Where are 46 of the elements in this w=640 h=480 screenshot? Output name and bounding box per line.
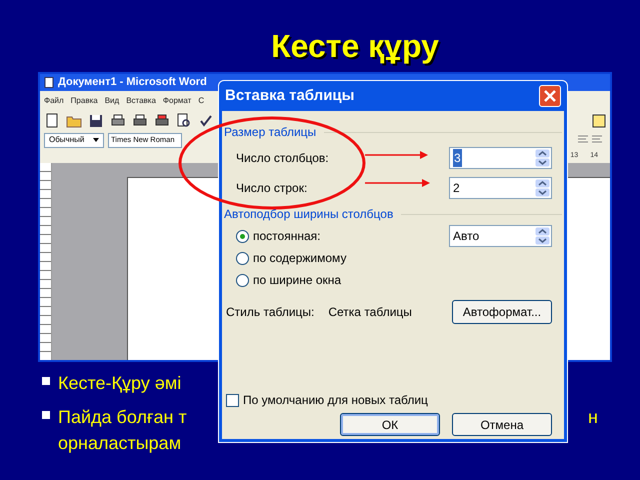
slide-title: Кесте құру [270, 27, 440, 66]
group-label: Размер таблицы [224, 124, 316, 141]
style-label: Стиль таблицы: [226, 304, 314, 321]
close-icon [544, 90, 556, 102]
dialog-title: Вставка таблицы [225, 86, 354, 106]
close-button[interactable] [539, 85, 561, 107]
field-label: Число строк: [236, 180, 308, 197]
spinner-arrows-icon[interactable] [535, 227, 550, 245]
menu-item[interactable]: С [198, 95, 204, 107]
document-icon [44, 77, 54, 88]
caret-icon [93, 138, 99, 142]
arrow [365, 151, 428, 159]
spinner-arrows-icon[interactable] [535, 179, 550, 197]
autoformat-button[interactable]: Автоформат... [452, 300, 552, 324]
save-icon[interactable] [88, 113, 104, 129]
default-checkbox[interactable]: По умолчанию для новых таблиц [224, 391, 562, 409]
group-label: Автоподбор ширины столбцов [224, 206, 394, 223]
style-dropdown[interactable]: Обычный [44, 132, 104, 148]
spin-field[interactable]: Авто [449, 225, 552, 247]
field-label: Число столбцов: [236, 150, 329, 167]
dialog-button[interactable]: ОК [340, 413, 440, 436]
menu-item[interactable]: Файл [44, 95, 64, 107]
bullet-mark [42, 411, 50, 419]
spinner-arrows-icon[interactable] [535, 149, 550, 167]
help-icon[interactable] [592, 114, 606, 128]
check-icon[interactable] [198, 113, 214, 129]
dialog-button[interactable]: Отмена [452, 413, 552, 436]
spin-field[interactable]: 2 [449, 177, 552, 199]
radio-option[interactable]: постоянная: [236, 227, 320, 245]
style-value: Сетка таблицы [328, 304, 412, 321]
bullet-text: Пайда болған т [58, 406, 187, 429]
menu-item[interactable]: Вставка [126, 95, 156, 107]
menu-item[interactable]: Правка [70, 95, 98, 107]
radio-option[interactable]: по ширине окна [236, 271, 342, 289]
menu-item[interactable]: Вид [104, 95, 120, 107]
menu-item[interactable]: Формат [162, 95, 192, 107]
spin-field[interactable]: 3 [449, 147, 552, 169]
radio-option[interactable]: по содержимому [236, 249, 346, 267]
bullet-text: Кесте-Құру әмі [58, 372, 182, 395]
arrow [365, 179, 430, 187]
window-title: Документ1 - Microsoft Word [58, 75, 207, 90]
magnifier-icon[interactable] [176, 113, 192, 129]
bullet-text: орналастырам [58, 432, 182, 455]
bullet-mark [42, 377, 50, 385]
new-document-icon[interactable] [44, 113, 60, 129]
bullet-text: н [588, 406, 598, 429]
